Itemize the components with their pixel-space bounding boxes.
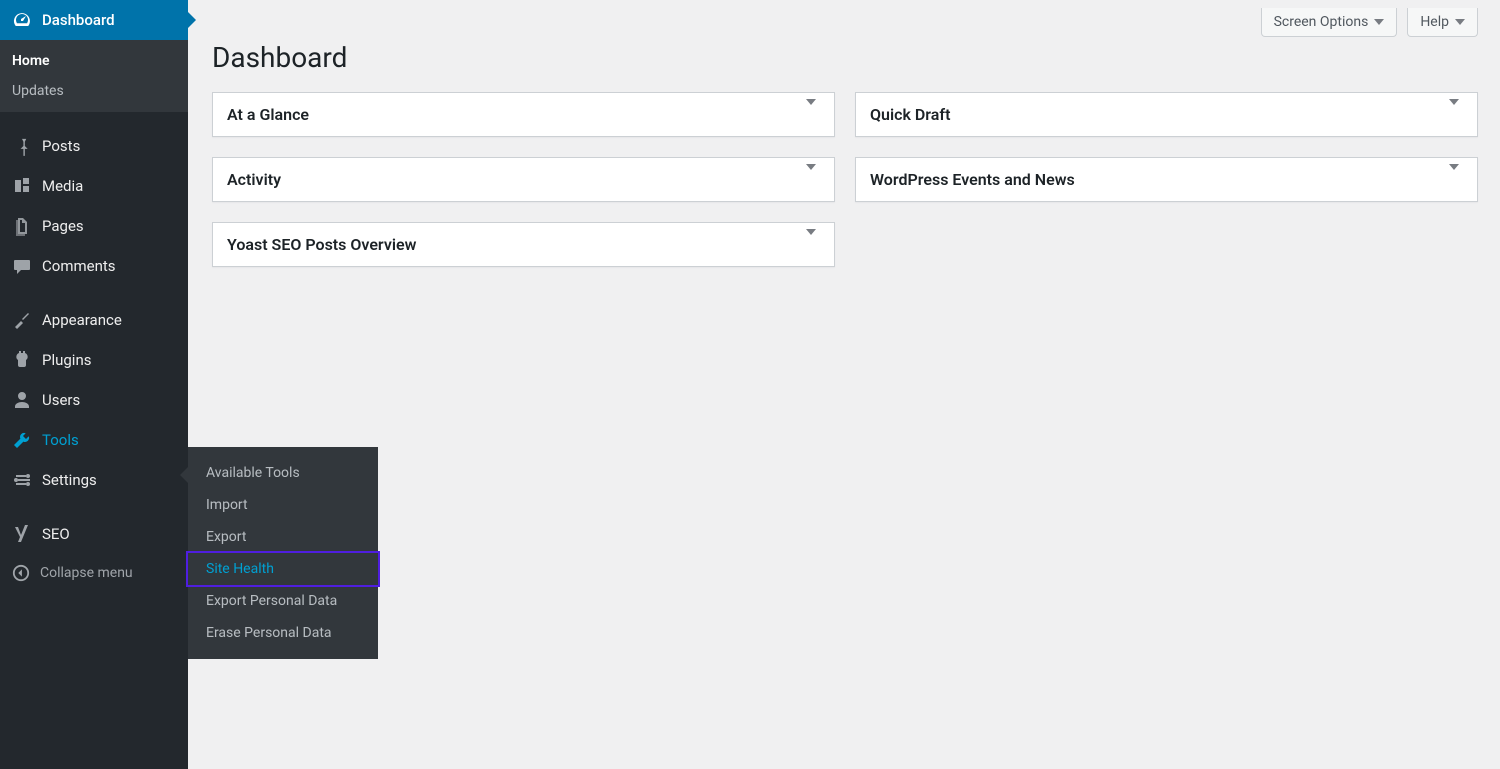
toggle-arrow-icon[interactable] bbox=[802, 105, 820, 124]
sidebar-item-label: Pages bbox=[42, 217, 84, 235]
metabox-header[interactable]: Yoast SEO Posts Overview bbox=[213, 223, 834, 266]
widgets-col-left: At a Glance Activity Yoast SEO Posts Ove… bbox=[212, 92, 835, 267]
sidebar-item-label: Comments bbox=[42, 257, 116, 275]
metabox-title: Activity bbox=[227, 170, 281, 189]
sidebar-item-tools[interactable]: Tools bbox=[0, 420, 188, 460]
sidebar-item-label: Dashboard bbox=[42, 11, 115, 29]
admin-sidebar: Dashboard Home Updates Posts Media Pages… bbox=[0, 0, 188, 769]
sidebar-item-label: Settings bbox=[42, 471, 97, 489]
sidebar-item-appearance[interactable]: Appearance bbox=[0, 300, 188, 340]
sidebar-item-plugins[interactable]: Plugins bbox=[0, 340, 188, 380]
comments-icon bbox=[12, 256, 32, 276]
button-label: Help bbox=[1420, 14, 1449, 30]
screen-meta-buttons: Screen Options Help bbox=[188, 0, 1500, 37]
metabox-header[interactable]: Quick Draft bbox=[856, 93, 1477, 136]
pages-icon bbox=[12, 216, 32, 236]
help-button[interactable]: Help bbox=[1407, 8, 1478, 37]
sidebar-subitem-updates[interactable]: Updates bbox=[0, 76, 188, 106]
submenu-item-erase-personal-data[interactable]: Erase Personal Data bbox=[188, 617, 378, 649]
caret-down-icon bbox=[1374, 19, 1384, 25]
metabox-header[interactable]: Activity bbox=[213, 158, 834, 201]
yoast-icon bbox=[12, 524, 32, 544]
dashboard-widgets: At a Glance Activity Yoast SEO Posts Ove… bbox=[188, 92, 1500, 267]
settings-icon bbox=[12, 470, 32, 490]
sidebar-item-seo[interactable]: SEO bbox=[0, 514, 188, 554]
collapse-menu-button[interactable]: Collapse menu bbox=[0, 554, 188, 592]
page-title: Dashboard bbox=[212, 41, 1500, 74]
metabox-title: WordPress Events and News bbox=[870, 170, 1075, 189]
submenu-item-export[interactable]: Export bbox=[188, 521, 378, 553]
metabox-events-news: WordPress Events and News bbox=[855, 157, 1478, 202]
tools-submenu-flyout: Available Tools Import Export Site Healt… bbox=[188, 447, 378, 659]
sidebar-item-media[interactable]: Media bbox=[0, 166, 188, 206]
sidebar-item-users[interactable]: Users bbox=[0, 380, 188, 420]
sidebar-item-comments[interactable]: Comments bbox=[0, 246, 188, 286]
collapse-icon bbox=[12, 564, 30, 582]
toggle-arrow-icon[interactable] bbox=[802, 235, 820, 254]
sidebar-item-label: Posts bbox=[42, 137, 80, 155]
media-icon bbox=[12, 176, 32, 196]
sidebar-item-label: Users bbox=[42, 391, 80, 409]
dashboard-icon bbox=[12, 10, 32, 30]
metabox-at-a-glance: At a Glance bbox=[212, 92, 835, 137]
submenu-item-site-health[interactable]: Site Health bbox=[186, 551, 380, 587]
metabox-header[interactable]: WordPress Events and News bbox=[856, 158, 1477, 201]
collapse-label: Collapse menu bbox=[40, 565, 133, 581]
appearance-icon bbox=[12, 310, 32, 330]
metabox-title: Quick Draft bbox=[870, 105, 950, 124]
sidebar-item-settings[interactable]: Settings bbox=[0, 460, 188, 500]
screen-options-button[interactable]: Screen Options bbox=[1261, 8, 1398, 37]
toggle-arrow-icon[interactable] bbox=[1445, 105, 1463, 124]
metabox-header[interactable]: At a Glance bbox=[213, 93, 834, 136]
sidebar-subitem-home[interactable]: Home bbox=[0, 46, 188, 76]
metabox-quick-draft: Quick Draft bbox=[855, 92, 1478, 137]
metabox-yoast-overview: Yoast SEO Posts Overview bbox=[212, 222, 835, 267]
sidebar-item-label: Plugins bbox=[42, 351, 91, 369]
toggle-arrow-icon[interactable] bbox=[1445, 170, 1463, 189]
content-area: Screen Options Help Dashboard At a Glanc… bbox=[188, 0, 1500, 267]
metabox-title: At a Glance bbox=[227, 105, 309, 124]
pin-icon bbox=[12, 136, 32, 156]
sidebar-item-label: Media bbox=[42, 177, 83, 195]
plugins-icon bbox=[12, 350, 32, 370]
sidebar-item-posts[interactable]: Posts bbox=[0, 126, 188, 166]
dashboard-submenu: Home Updates bbox=[0, 40, 188, 112]
submenu-item-import[interactable]: Import bbox=[188, 489, 378, 521]
sidebar-item-pages[interactable]: Pages bbox=[0, 206, 188, 246]
button-label: Screen Options bbox=[1274, 14, 1369, 30]
metabox-activity: Activity bbox=[212, 157, 835, 202]
sidebar-item-dashboard[interactable]: Dashboard bbox=[0, 0, 188, 40]
sidebar-item-label: Appearance bbox=[42, 311, 122, 329]
submenu-item-export-personal-data[interactable]: Export Personal Data bbox=[188, 585, 378, 617]
sidebar-item-label: SEO bbox=[42, 525, 70, 543]
caret-down-icon bbox=[1455, 19, 1465, 25]
metabox-title: Yoast SEO Posts Overview bbox=[227, 235, 416, 254]
users-icon bbox=[12, 390, 32, 410]
submenu-item-available-tools[interactable]: Available Tools bbox=[188, 457, 378, 489]
widgets-col-right: Quick Draft WordPress Events and News bbox=[855, 92, 1478, 202]
sidebar-item-label: Tools bbox=[42, 431, 79, 449]
tools-icon bbox=[12, 430, 32, 450]
toggle-arrow-icon[interactable] bbox=[802, 170, 820, 189]
